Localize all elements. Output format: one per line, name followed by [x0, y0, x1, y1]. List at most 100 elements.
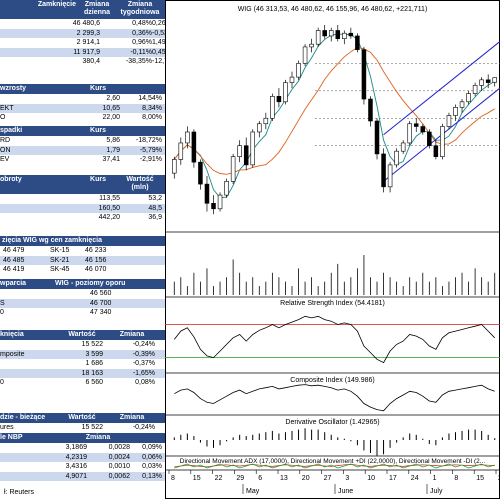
table-row: 3,1869 0,0028 0,09% [0, 443, 165, 453]
table-cell: 3,1869 [65, 444, 87, 451]
table-cell: 48,5 [148, 204, 162, 212]
table-row: 0 47 340 [0, 308, 165, 318]
candle-body [243, 145, 249, 166]
table-futures: knięcia Wartość Zmiana 15 522 -0,24% mposite 3… [0, 330, 165, 388]
table-cell: 46 480,6 [72, 20, 100, 27]
market-summary-panel: Zamknięcie Zmiana dzienna Zmiana tygodniow… [0, 0, 165, 500]
table-cell: -0,24% [132, 341, 155, 348]
x-tick-label: 17 [389, 475, 397, 482]
table-cell: 0,06% [142, 453, 162, 461]
table-cell: ures [0, 424, 14, 431]
column-header: Wartość (mln) [126, 176, 154, 191]
x-tick-label: 13 [280, 475, 288, 482]
table-cell: 11 917,9 [73, 48, 100, 56]
table-cell: SK-15 [50, 247, 70, 254]
trend-channel-upper [383, 41, 500, 136]
table-cell: EV [0, 156, 10, 164]
table-row: 113,55 53,2 [0, 194, 165, 204]
candle-body [315, 30, 321, 45]
table-cell: 0,45% [152, 48, 165, 56]
candle-body [230, 156, 236, 182]
table-row: ures 15 522 -0,24% [0, 423, 165, 433]
table-cell: -12,79% [152, 58, 165, 66]
table-cell: 0,13% [142, 472, 162, 480]
table-cell: 46 560 [90, 290, 112, 297]
candle-body [459, 101, 465, 108]
table-cell: 18 163 [81, 369, 103, 377]
table-row: 0 6 560 0,08% [0, 378, 165, 388]
table-cell: 36,9 [148, 214, 162, 222]
directional-title: Directional Movement ADX (17,0000), Dire… [180, 458, 486, 465]
candle-body [433, 145, 439, 157]
table-cell: 10,65 [102, 104, 120, 112]
candle-body [263, 117, 269, 125]
table-cell: S [0, 299, 5, 307]
column-header: knięcia [0, 331, 24, 338]
candle-body [224, 181, 229, 196]
table-cell: 0,36% [132, 29, 152, 37]
candle-body [387, 164, 393, 188]
candle-body [302, 46, 308, 64]
month-label: June [338, 488, 353, 495]
column-header: spadki [0, 127, 23, 134]
table-row: 1 686 -0,37% [0, 359, 165, 369]
chart-svg: WIG (46 313,53, 46 480,62, 46 155,96, 46… [165, 0, 500, 499]
table-cell: SK-45 [50, 266, 70, 274]
table-cell: 0,08% [135, 379, 155, 387]
composite-title: Composite Index (149.986) [290, 377, 374, 384]
column-header: Wartość [68, 414, 96, 421]
table-cell: 0,0024 [108, 453, 130, 461]
candle-body [237, 145, 242, 157]
candle-body [172, 159, 177, 174]
candle-body [328, 30, 334, 37]
table-cell: 46 156 [85, 256, 107, 264]
table-cell: 4,2319 [65, 453, 87, 461]
table-row: 11 917,9 -0,11%0,45% [0, 47, 165, 58]
x-tick-label: 29 [236, 475, 244, 482]
table-row: S 46 700 [0, 298, 165, 309]
table-cell: 1,79 [106, 146, 120, 154]
candle-body [472, 85, 478, 94]
column-header: Zmiana [85, 434, 111, 441]
table-cell: 0,0062 [108, 472, 130, 480]
table-row: 46 485 SK-21 46 156 [0, 255, 165, 266]
candle-body [485, 79, 491, 83]
table-cell: 15 522 [81, 424, 103, 431]
table-cell: 1 686 [85, 360, 103, 368]
composite-line [174, 384, 495, 412]
x-tick-label: 3 [345, 475, 349, 482]
table-cell: 2,60 [106, 95, 120, 102]
column-header: Zmiana dzienna [83, 1, 111, 16]
x-tick-label: 10 [367, 475, 375, 482]
table-row: 46 480,6 0,48%0,26% [0, 19, 165, 29]
table-cell: 53,2 [148, 195, 162, 202]
candle-body [335, 30, 341, 39]
table-row: EV 37,41 -2,91% [0, 155, 165, 165]
column-header: Zmiana tygodniowa [120, 1, 160, 16]
table-cell: -0,53% [152, 29, 165, 37]
table-cell: 113,55 [99, 195, 120, 202]
table-cell: O [0, 114, 6, 122]
column-header: zięcia WIG wg cen zamknięcia [2, 237, 102, 244]
x-tick-label: 27 [324, 475, 332, 482]
table-cell: -0,24% [132, 424, 155, 431]
candle-body [296, 63, 301, 78]
table-nbp: le NBP Zmiana 3,1869 0,0028 0,09% 4,2319 0,002… [0, 433, 165, 482]
table-cell: -0,37% [132, 360, 155, 368]
table-cell: -38,35% [125, 58, 152, 66]
table-cell: 15 522 [81, 341, 103, 348]
table-row: 2,60 14,54% [0, 94, 165, 104]
table-row: 46 560 [0, 289, 165, 299]
column-header: WIG - poziomy oporu [55, 280, 126, 287]
table-cell: 22,00 [102, 114, 120, 122]
candle-body [250, 131, 256, 166]
column-header: le NBP [0, 434, 23, 441]
table-cell: 46 233 [85, 247, 107, 254]
candle-body [374, 120, 380, 155]
candle-body [492, 77, 497, 83]
ma-long-line [173, 46, 495, 175]
table-cell: -0,11% [130, 48, 152, 56]
table-header: le NBP Zmiana [0, 433, 165, 443]
column-header: Zmiana [119, 331, 145, 338]
x-tick-label: 22 [215, 475, 223, 482]
